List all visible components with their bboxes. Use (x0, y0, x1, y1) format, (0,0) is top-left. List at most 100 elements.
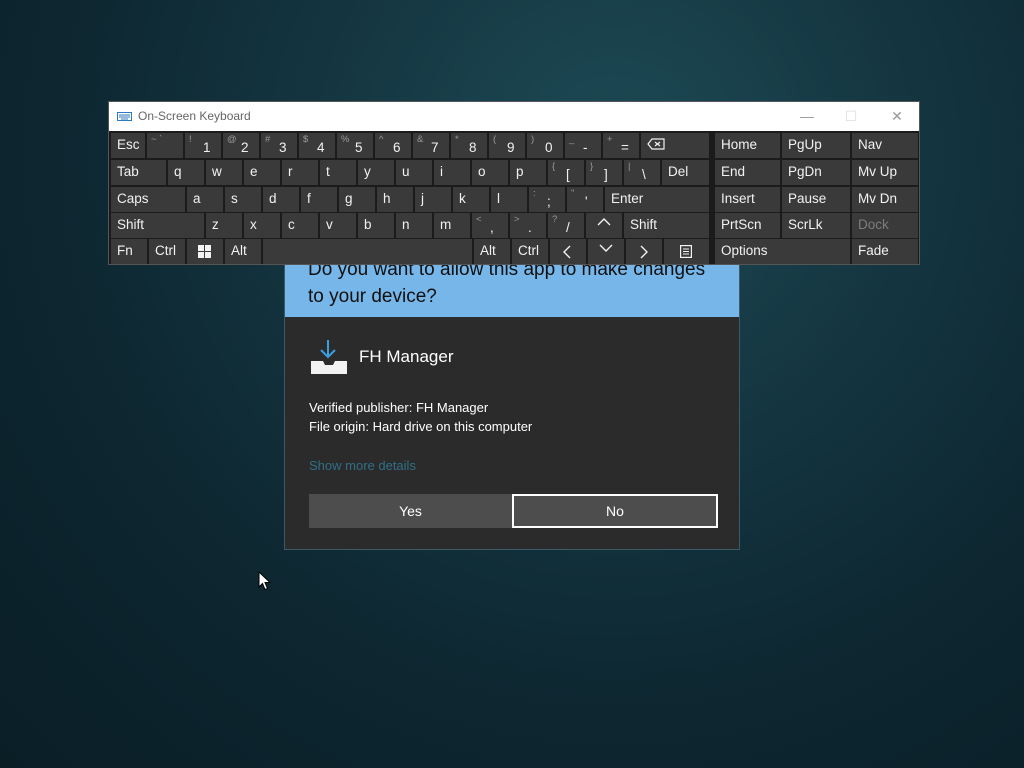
file-origin: File origin: Hard drive on this computer (309, 419, 533, 434)
key-h[interactable]: h (377, 187, 413, 212)
key-right-ctrl[interactable]: Ctrl (512, 239, 548, 264)
key-scrlk[interactable]: ScrLk (782, 213, 850, 238)
no-button[interactable]: No (512, 494, 718, 528)
key-mv-up[interactable]: Mv Up (852, 160, 918, 185)
key-insert[interactable]: Insert (715, 187, 780, 212)
key-pause[interactable]: Pause (782, 187, 850, 212)
uac-dialog: Do you want to allow this app to make ch… (284, 240, 740, 550)
minimize-button[interactable]: — (797, 107, 817, 125)
up-arrow-icon (597, 218, 611, 226)
key-l[interactable]: l (491, 187, 527, 212)
key-left-alt[interactable]: Alt (225, 239, 261, 264)
key-u[interactable]: u (396, 160, 432, 185)
key-prtscn[interactable]: PrtScn (715, 213, 780, 238)
key-2[interactable]: @2 (223, 133, 259, 158)
key-4[interactable]: $4 (299, 133, 335, 158)
key-b[interactable]: b (358, 213, 394, 238)
key-k[interactable]: k (453, 187, 489, 212)
key-v[interactable]: v (320, 213, 356, 238)
key-left-shift[interactable]: Shift (111, 213, 204, 238)
mouse-pointer-icon (258, 571, 272, 591)
key-left-bracket[interactable]: {[ (548, 160, 584, 185)
left-arrow-icon (563, 245, 571, 259)
key-g[interactable]: g (339, 187, 375, 212)
key-9[interactable]: (9 (489, 133, 525, 158)
key-comma[interactable]: <, (472, 213, 508, 238)
key-enter[interactable]: Enter (605, 187, 709, 212)
key-end[interactable]: End (715, 160, 780, 185)
key-backslash[interactable]: | \ (624, 160, 660, 185)
key-right-shift[interactable]: Shift (624, 213, 709, 238)
key-a[interactable]: a (187, 187, 223, 212)
key-n[interactable]: n (396, 213, 432, 238)
close-button[interactable]: ✕ (887, 107, 907, 125)
key-p[interactable]: p (510, 160, 546, 185)
key-j[interactable]: j (415, 187, 451, 212)
key-x[interactable]: x (244, 213, 280, 238)
maximize-button[interactable]: ☐ (841, 107, 861, 125)
key-options[interactable]: Options (715, 239, 850, 264)
key-down-arrow[interactable] (588, 239, 624, 264)
key-del[interactable]: Del (662, 160, 709, 185)
key-z[interactable]: z (206, 213, 242, 238)
key-equals[interactable]: + = (603, 133, 639, 158)
key-tab[interactable]: Tab (111, 160, 166, 185)
key-5[interactable]: % 5 (337, 133, 373, 158)
key-3[interactable]: #3 (261, 133, 297, 158)
key-up-arrow[interactable] (586, 213, 622, 238)
key-6[interactable]: ^ 6 (375, 133, 411, 158)
key-e[interactable]: e (244, 160, 280, 185)
key-esc[interactable]: Esc (111, 133, 145, 158)
key-backspace[interactable] (641, 133, 709, 158)
key-w[interactable]: w (206, 160, 242, 185)
key-right-arrow[interactable] (626, 239, 662, 264)
down-arrow-icon (599, 244, 613, 252)
key-dock[interactable]: Dock (852, 213, 918, 238)
key-fade[interactable]: Fade (852, 239, 918, 264)
key-nav[interactable]: Nav (852, 133, 918, 158)
key-left-ctrl[interactable]: Ctrl (149, 239, 185, 264)
key-m[interactable]: m (434, 213, 470, 238)
key-space[interactable] (263, 239, 472, 264)
key-1[interactable]: ! 1 (185, 133, 221, 158)
window-title: On-Screen Keyboard (138, 109, 251, 123)
key-caps[interactable]: Caps (111, 187, 185, 212)
key-tilde[interactable]: ~ ` (147, 133, 183, 158)
key-quote[interactable]: " ' (567, 187, 603, 212)
key-home[interactable]: Home (715, 133, 780, 158)
key-slash[interactable]: ? / (548, 213, 584, 238)
key-y[interactable]: y (358, 160, 394, 185)
key-r[interactable]: r (282, 160, 318, 185)
key-s[interactable]: s (225, 187, 261, 212)
key-q[interactable]: q (168, 160, 204, 185)
key-7[interactable]: & 7 (413, 133, 449, 158)
key-i[interactable]: i (434, 160, 470, 185)
key-8[interactable]: * 8 (451, 133, 487, 158)
key-pgup[interactable]: PgUp (782, 133, 850, 158)
key-minus[interactable]: _ - (565, 133, 601, 158)
key-pgdn[interactable]: PgDn (782, 160, 850, 185)
context-menu-icon (680, 245, 692, 258)
verified-publisher: Verified publisher: FH Manager (309, 400, 489, 415)
key-windows[interactable] (187, 239, 223, 264)
key-f[interactable]: f (301, 187, 337, 212)
backspace-icon (647, 138, 665, 150)
key-menu[interactable] (664, 239, 709, 264)
key-fn[interactable]: Fn (111, 239, 147, 264)
key-mv-dn[interactable]: Mv Dn (852, 187, 918, 212)
key-right-alt[interactable]: Alt (474, 239, 510, 264)
key-o[interactable]: o (472, 160, 508, 185)
yes-button[interactable]: Yes (309, 494, 512, 528)
windows-logo-icon (198, 245, 211, 258)
show-more-details-link[interactable]: Show more details (309, 458, 416, 473)
key-right-bracket[interactable]: }] (586, 160, 622, 185)
title-bar[interactable]: On-Screen Keyboard — ☐ ✕ (109, 102, 919, 131)
download-tray-icon (311, 340, 347, 374)
key-left-arrow[interactable] (550, 239, 586, 264)
key-c[interactable]: c (282, 213, 318, 238)
key-period[interactable]: >. (510, 213, 546, 238)
key-d[interactable]: d (263, 187, 299, 212)
key-t[interactable]: t (320, 160, 356, 185)
key-semicolon[interactable]: :; (529, 187, 565, 212)
key-0[interactable]: ) 0 (527, 133, 563, 158)
